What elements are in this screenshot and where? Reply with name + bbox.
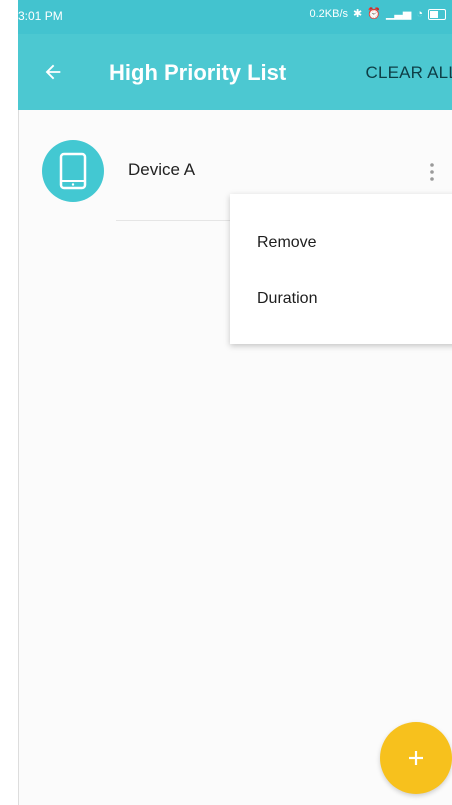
device-name: Device A <box>128 160 196 179</box>
menu-item-remove[interactable]: Remove <box>257 234 317 252</box>
status-bar: 3:01 PM 0.2KB/s ✱ ⏰ ▁▃▅ ◔ <box>18 0 452 34</box>
screen: 3:01 PM 0.2KB/s ✱ ⏰ ▁▃▅ ◔ High Priority … <box>0 0 452 805</box>
row-divider <box>116 220 230 221</box>
bluetooth-icon: ✱ <box>353 8 363 20</box>
device-avatar <box>42 140 104 202</box>
popup-menu: Remove Duration <box>230 194 452 344</box>
device-list: Device A Remove Duration <box>18 110 452 805</box>
network-speed: 0.2KB/s <box>309 8 349 20</box>
menu-item-duration[interactable]: Duration <box>257 290 317 308</box>
more-options-button[interactable] <box>424 158 440 186</box>
back-button[interactable] <box>39 58 67 86</box>
left-edge <box>0 0 19 805</box>
arrow-left-icon <box>45 64 61 80</box>
signal-icon: ▁▃▅ <box>385 8 412 20</box>
clear-all-button[interactable]: CLEAR ALL <box>365 63 452 83</box>
add-device-button[interactable] <box>380 722 452 794</box>
app-bar: High Priority List CLEAR ALL <box>18 34 452 110</box>
plus-icon <box>409 751 423 765</box>
tablet-icon <box>59 152 87 190</box>
status-icons: 0.2KB/s ✱ ⏰ ▁▃▅ ◔ <box>309 8 446 20</box>
status-time: 3:01 PM <box>18 9 63 23</box>
page-title: High Priority List <box>109 60 287 85</box>
battery-icon <box>428 8 446 20</box>
wifi-icon: ◔ <box>416 8 423 20</box>
alarm-icon: ⏰ <box>367 8 381 20</box>
more-vert-icon <box>430 163 434 181</box>
